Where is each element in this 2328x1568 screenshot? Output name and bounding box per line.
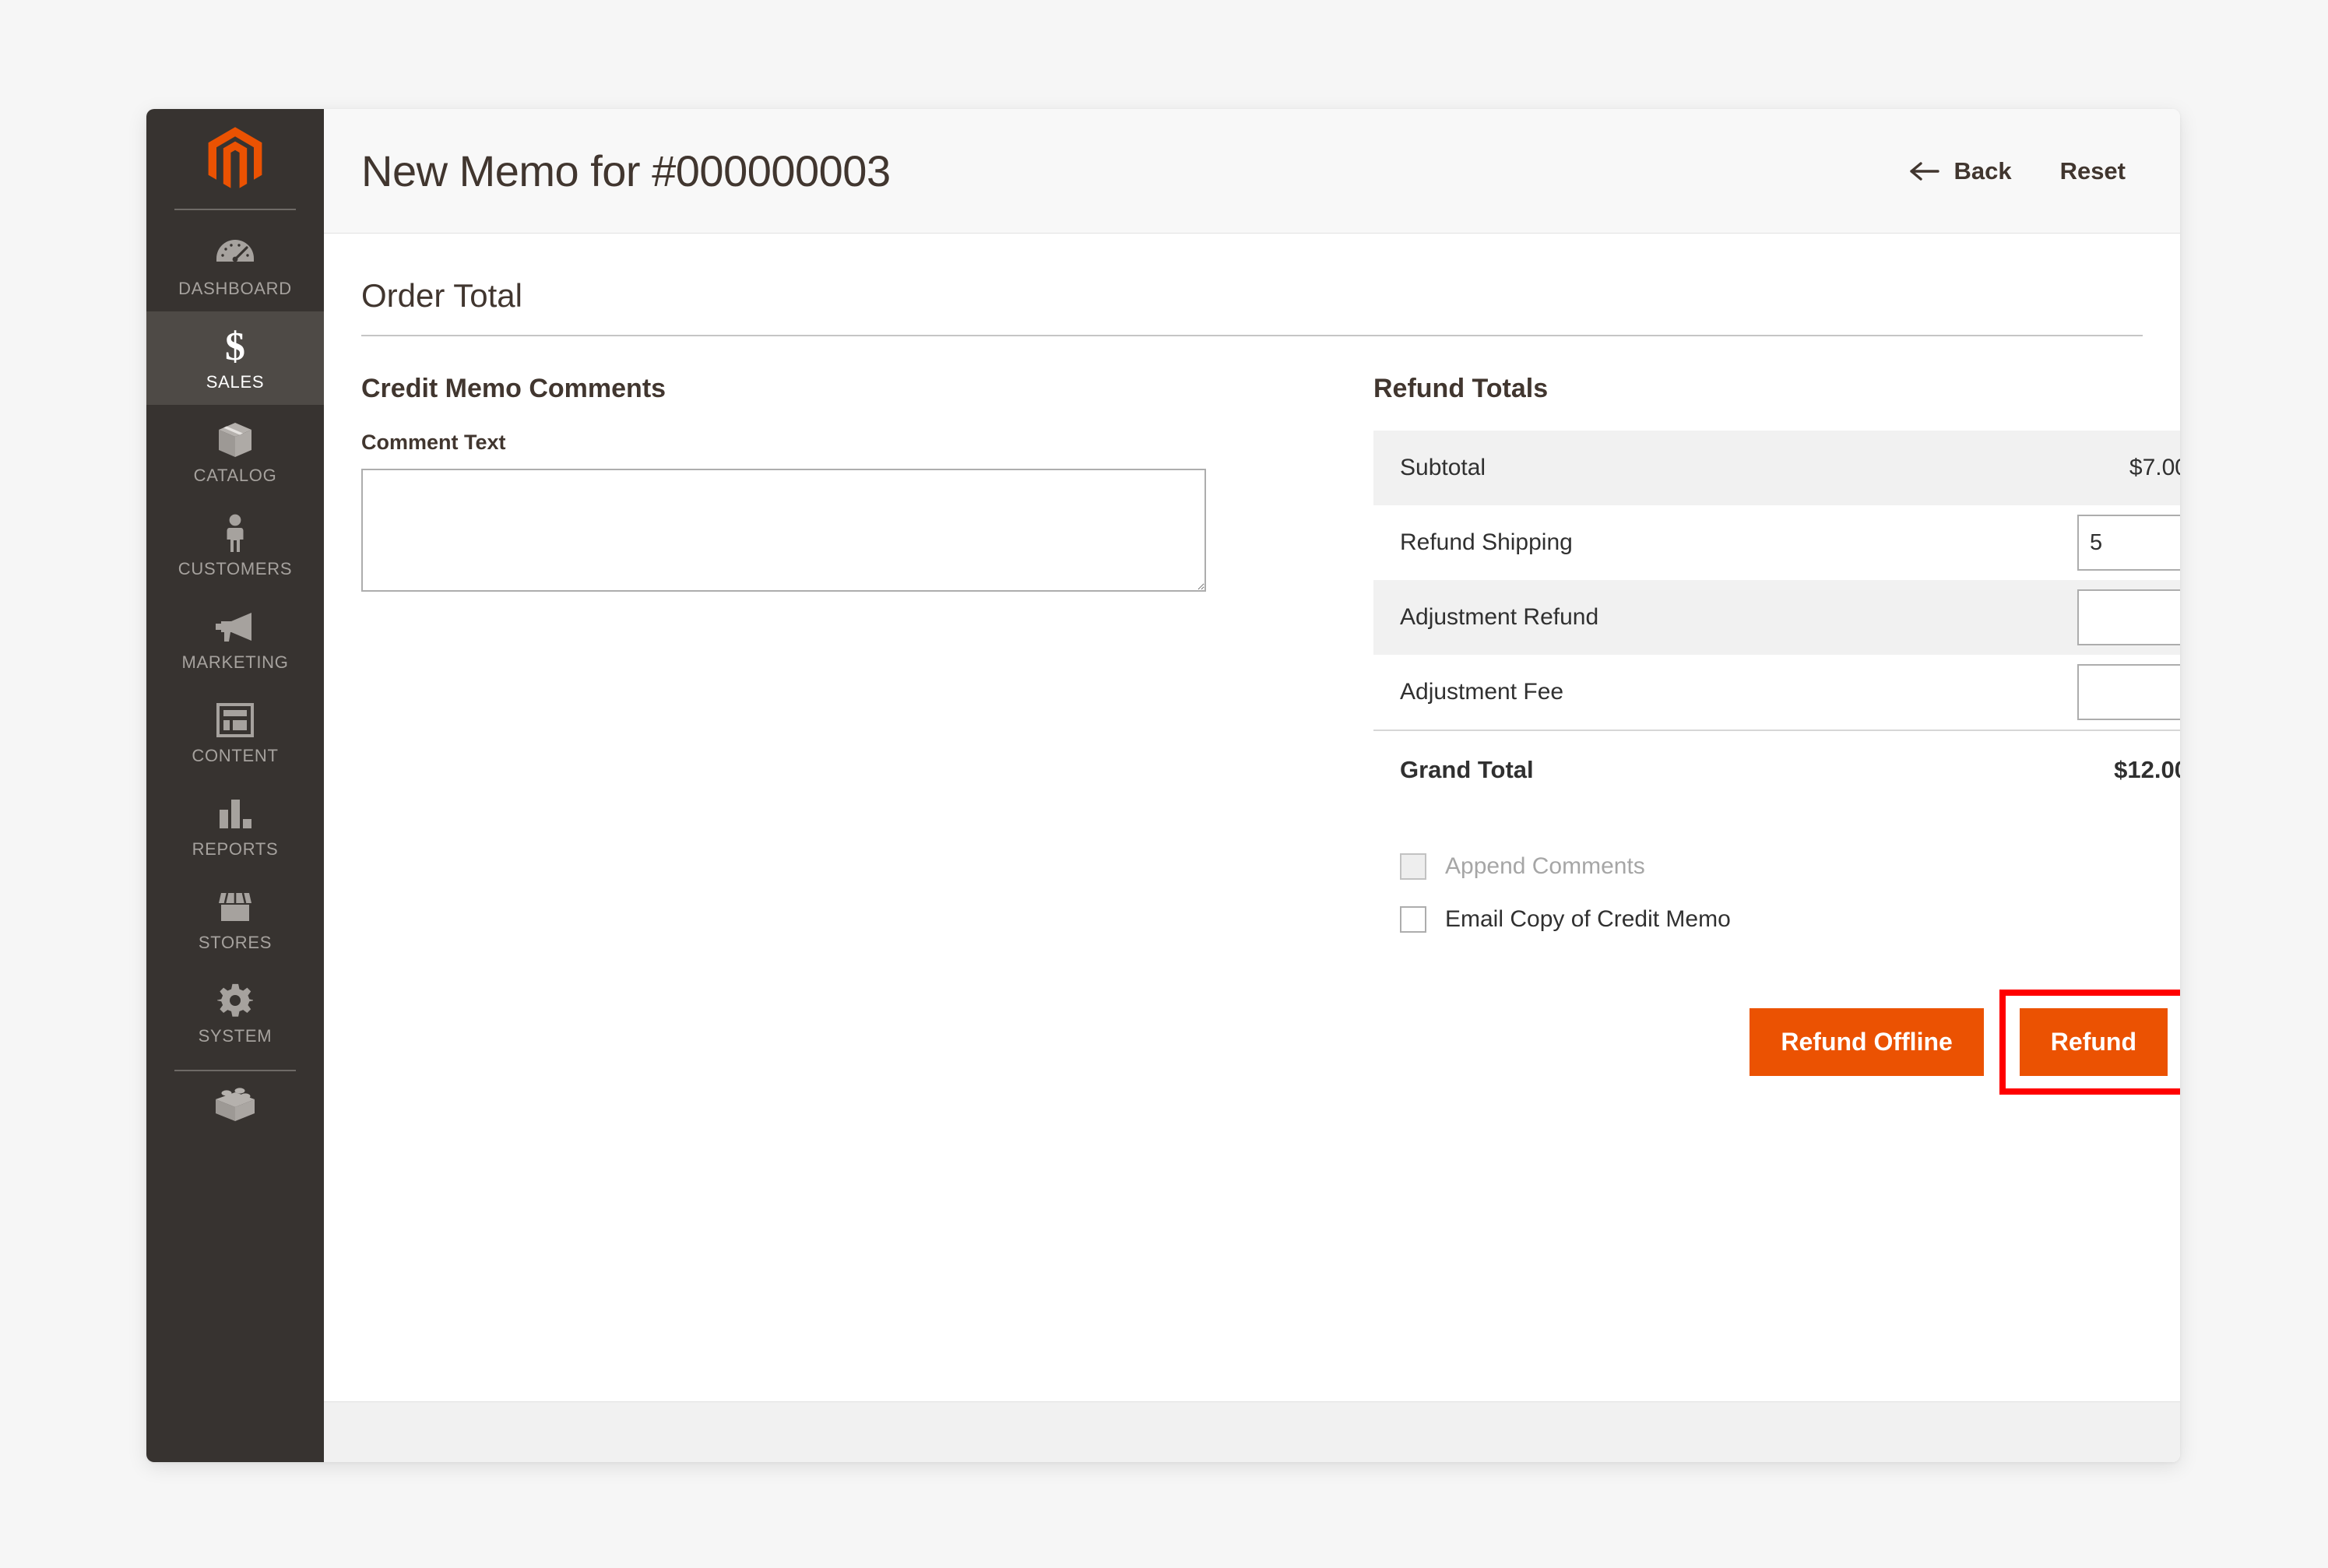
gauge-icon	[216, 232, 255, 274]
back-button-label: Back	[1953, 156, 2012, 185]
grand-total-row: Grand Total $12.00	[1373, 730, 2180, 809]
adjustment-fee-input[interactable]	[2077, 664, 2180, 720]
refund-totals-block: Refund Totals Subtotal $7.00 Refund Ship…	[1373, 374, 2180, 1095]
lego-brick-icon	[212, 1082, 258, 1128]
magento-logo-icon	[208, 127, 262, 188]
sidebar-item-label: Catalog	[193, 466, 277, 485]
section-divider	[361, 335, 2143, 336]
credit-memo-comments-block: Credit Memo Comments Comment Text	[361, 374, 1327, 1095]
sidebar-item-catalog[interactable]: Catalog	[146, 405, 324, 498]
sidebar-item-find-partners[interactable]	[146, 1082, 324, 1128]
grand-total-value: $12.00	[2114, 756, 2180, 783]
sidebar-item-label: Customers	[178, 559, 293, 578]
sidebar-item-label: Marketing	[181, 652, 289, 672]
bar-chart-icon	[216, 793, 254, 835]
gear-icon	[217, 979, 253, 1021]
page-header: New Memo for #000000003 Back Reset	[324, 109, 2180, 234]
credit-memo-comments-title: Credit Memo Comments	[361, 374, 666, 403]
header-actions: Back Reset	[1910, 157, 2126, 185]
reset-button-label: Reset	[2059, 156, 2126, 185]
box-icon	[217, 419, 253, 461]
refund-button-highlight: Refund	[1999, 990, 2180, 1095]
svg-text:$: $	[225, 325, 245, 367]
megaphone-icon	[214, 606, 256, 648]
sidebar-item-customers[interactable]: Customers	[146, 498, 324, 592]
table-row: Refund Shipping	[1373, 505, 2180, 580]
sidebar-item-label: Dashboard	[178, 279, 292, 298]
row-label: Refund Shipping	[1400, 529, 1573, 555]
sidebar-item-label: System	[198, 1026, 273, 1046]
append-comments-label: Append Comments	[1445, 853, 1645, 879]
sidebar-item-label: Content	[192, 746, 279, 765]
sidebar-item-dashboard[interactable]: Dashboard	[146, 218, 324, 311]
refund-offline-button[interactable]: Refund Offline	[1750, 1008, 1984, 1077]
sidebar-item-label: Sales	[206, 372, 265, 392]
sidebar: Dashboard $ Sales Catalog	[146, 109, 324, 1462]
sidebar-item-stores[interactable]: Stores	[146, 872, 324, 965]
refund-shipping-input[interactable]	[2077, 515, 2180, 571]
page-body: Order Total Credit Memo Comments Comment…	[324, 234, 2180, 1401]
table-row: Adjustment Refund	[1373, 580, 2180, 655]
two-column-layout: Credit Memo Comments Comment Text Refund…	[361, 374, 2180, 1095]
table-row: Subtotal $7.00	[1373, 431, 2180, 505]
sidebar-divider-bottom	[174, 1070, 296, 1071]
adjustment-refund-input[interactable]	[2077, 589, 2180, 645]
email-copy-checkbox[interactable]	[1400, 906, 1426, 933]
sidebar-item-sales[interactable]: $ Sales	[146, 311, 324, 405]
page-title: New Memo for #000000003	[361, 146, 891, 195]
grand-total-label: Grand Total	[1400, 756, 1534, 783]
person-icon	[223, 512, 248, 554]
row-label: Adjustment Refund	[1400, 604, 1599, 630]
refund-totals-table: Subtotal $7.00 Refund Shipping Adjustmen…	[1373, 431, 2180, 809]
row-label: Subtotal	[1400, 455, 1486, 480]
admin-panel: Dashboard $ Sales Catalog	[146, 109, 2180, 1462]
append-comments-checkbox	[1400, 853, 1426, 880]
email-copy-label: Email Copy of Credit Memo	[1445, 906, 1731, 932]
sidebar-item-reports[interactable]: Reports	[146, 779, 324, 872]
sidebar-divider-top	[174, 209, 296, 210]
row-value: $7.00	[2129, 455, 2180, 480]
table-row: Adjustment Fee	[1373, 655, 2180, 730]
page-footer	[324, 1401, 2180, 1462]
refund-button[interactable]: Refund	[2019, 1008, 2168, 1077]
sidebar-item-content[interactable]: Content	[146, 685, 324, 779]
comment-text-label: Comment Text	[361, 431, 506, 454]
arrow-left-icon	[1910, 161, 1940, 181]
back-button[interactable]: Back	[1910, 156, 2012, 185]
append-comments-row: Append Comments	[1373, 840, 2180, 893]
comment-text-input[interactable]	[361, 469, 1206, 592]
content-area: New Memo for #000000003 Back Reset Order…	[324, 109, 2180, 1462]
reset-button[interactable]: Reset	[2060, 157, 2126, 185]
section-title: Order Total	[361, 277, 522, 314]
sidebar-item-marketing[interactable]: Marketing	[146, 592, 324, 685]
magento-logo[interactable]	[146, 109, 324, 209]
sidebar-item-system[interactable]: System	[146, 965, 324, 1059]
row-label: Adjustment Fee	[1400, 679, 1564, 705]
action-buttons: Refund Offline Refund	[1373, 990, 2180, 1095]
refund-totals-title: Refund Totals	[1373, 374, 1549, 403]
storefront-icon	[215, 886, 255, 928]
email-copy-row: Email Copy of Credit Memo	[1373, 893, 2180, 946]
dollar-icon: $	[220, 325, 251, 367]
sidebar-item-label: Stores	[198, 933, 273, 952]
layout-icon	[216, 699, 254, 741]
sidebar-item-label: Reports	[192, 839, 279, 859]
